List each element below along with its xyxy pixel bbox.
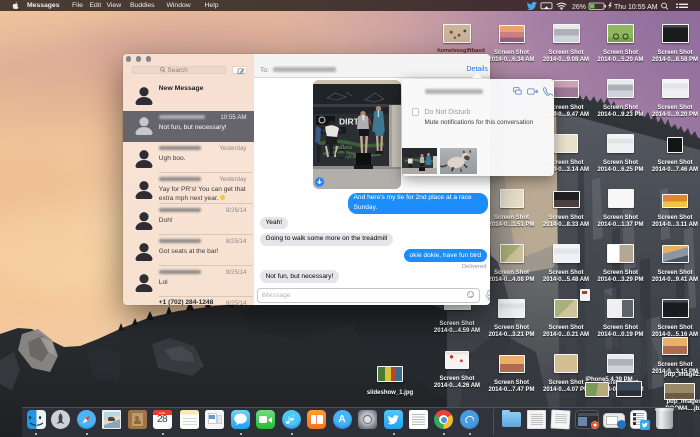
svg-text:DIRT: DIRT xyxy=(339,117,360,127)
svg-text:26%: 26% xyxy=(572,3,586,9)
svg-text:Thu 10:55 AM: Thu 10:55 AM xyxy=(614,3,658,9)
